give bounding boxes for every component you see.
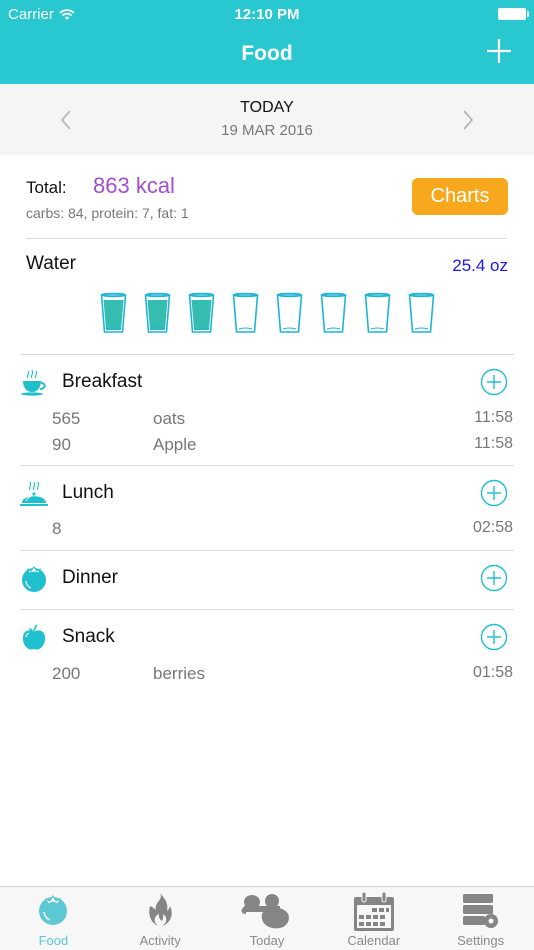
day-label: TODAY: [240, 99, 294, 116]
divider: [20, 465, 514, 466]
tab-today[interactable]: Today: [214, 887, 321, 950]
battery-icon: [498, 8, 529, 20]
water-glasses: [100, 292, 435, 334]
water-glass-full[interactable]: [100, 292, 127, 334]
tab-calendar[interactable]: Calendar: [320, 887, 427, 950]
meal-header-dinner: Dinner: [20, 562, 514, 596]
add-circle-icon[interactable]: [480, 623, 508, 651]
tomato-icon: [22, 566, 46, 592]
flame-icon: [149, 893, 172, 926]
coffee-cup-icon: [21, 369, 46, 396]
water-glass-empty[interactable]: [276, 292, 303, 334]
entry-time: 11:58: [474, 435, 513, 452]
tab-activity[interactable]: Activity: [107, 887, 214, 950]
charts-button[interactable]: Charts: [412, 178, 508, 215]
water-amount: 25.4 oz: [452, 256, 508, 275]
meal-header-breakfast: Breakfast: [20, 366, 514, 400]
add-circle-icon[interactable]: [480, 564, 508, 592]
calendar-icon: [353, 892, 394, 931]
tab-label: Today: [249, 933, 285, 948]
date-navigator: TODAY 19 MAR 2016: [0, 84, 534, 155]
water-glass-full[interactable]: [144, 292, 171, 334]
meal-name: Dinner: [62, 567, 118, 588]
divider: [20, 550, 514, 551]
tab-label: Activity: [139, 933, 181, 948]
food-entry[interactable]: 8 02:58: [52, 519, 513, 541]
chevron-right-icon[interactable]: [460, 108, 476, 132]
entry-time: 11:58: [474, 409, 513, 426]
date-label: 19 MAR 2016: [221, 122, 313, 139]
page-title: Food: [241, 42, 293, 65]
entry-calories: 8: [52, 519, 62, 538]
meal-header-snack: Snack: [20, 621, 514, 655]
meal-name: Breakfast: [62, 371, 143, 392]
entry-food: oats: [153, 409, 186, 428]
macros-text: carbs: 84, protein: 7, fat: 1: [26, 205, 189, 221]
entry-calories: 200: [52, 664, 81, 683]
water-label: Water: [26, 253, 76, 274]
water-glass-empty[interactable]: [408, 292, 435, 334]
meal-header-lunch: Lunch: [20, 477, 514, 511]
food-entry[interactable]: 200 berries 01:58: [52, 664, 513, 686]
tab-label: Calendar: [347, 933, 401, 948]
meal-name: Snack: [62, 626, 115, 647]
entry-food: Apple: [153, 435, 197, 454]
tab-food[interactable]: Food: [0, 887, 107, 950]
apple-icon: [22, 624, 46, 650]
meal-name: Lunch: [62, 482, 114, 503]
add-circle-icon[interactable]: [480, 368, 508, 396]
calorie-summary: Total: 863 kcal carbs: 84, protein: 7, f…: [26, 172, 510, 238]
entry-calories: 90: [52, 435, 71, 454]
food-entry[interactable]: 565 oats 11:58: [52, 409, 513, 431]
status-time: 12:10 PM: [234, 6, 300, 23]
settings-icon: [462, 894, 498, 928]
entry-time: 01:58: [472, 664, 513, 681]
water-glass-empty[interactable]: [364, 292, 391, 334]
water-glass-full[interactable]: [188, 292, 215, 334]
divider: [20, 354, 514, 355]
tomato-icon: [39, 894, 68, 925]
tab-label: Settings: [457, 933, 505, 948]
plus-icon[interactable]: [486, 38, 512, 64]
total-kcal: 863 kcal: [93, 173, 175, 198]
add-circle-icon[interactable]: [480, 479, 508, 507]
cloche-icon: [20, 481, 48, 506]
navigation-bar: Carrier 12:10 PM Food: [0, 0, 534, 84]
entry-calories: 565: [52, 409, 81, 428]
tab-bar: Food Activity Today Calendar Settings: [0, 886, 534, 950]
status-bar: Carrier 12:10 PM: [0, 4, 534, 26]
tab-label: Food: [38, 933, 69, 948]
food-entry[interactable]: 90 Apple 11:58: [52, 435, 513, 457]
total-label: Total:: [26, 178, 67, 197]
tab-settings[interactable]: Settings: [427, 887, 534, 950]
dumbbell-icon: [241, 894, 289, 929]
entry-food: berries: [153, 664, 205, 683]
water-glass-empty[interactable]: [232, 292, 259, 334]
divider: [20, 609, 514, 610]
divider: [26, 238, 507, 239]
entry-time: 02:58: [472, 519, 513, 536]
water-glass-empty[interactable]: [320, 292, 347, 334]
